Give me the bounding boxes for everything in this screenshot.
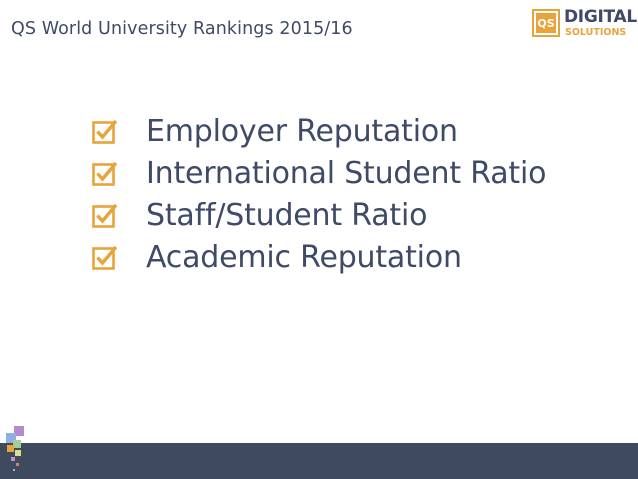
criteria-label: International Student Ratio [146,155,547,191]
logo-word-digital: DIGITAL [564,7,637,27]
qs-logo-mark: QS [532,9,560,37]
criteria-item: Employer Reputation [92,110,546,152]
criteria-item: International Student Ratio [92,152,546,194]
criteria-item: Staff/Student Ratio [92,194,546,236]
criteria-list: Employer Reputation International Studen… [92,110,546,278]
checked-box-icon [92,245,118,270]
checked-box-icon [92,161,118,186]
logo-word-solutions: SOLUTIONS [565,27,627,38]
decorative-squares-icon [6,426,24,471]
qs-logo-mark-text: QS [536,13,556,33]
checked-box-icon [92,119,118,144]
footer-bar [0,443,638,479]
checked-box-icon [92,203,118,228]
criteria-item: Academic Reputation [92,236,546,278]
criteria-label: Staff/Student Ratio [146,197,428,233]
criteria-label: Employer Reputation [146,113,458,149]
criteria-label: Academic Reputation [146,239,462,275]
slide-title: QS World University Rankings 2015/16 [11,19,353,39]
